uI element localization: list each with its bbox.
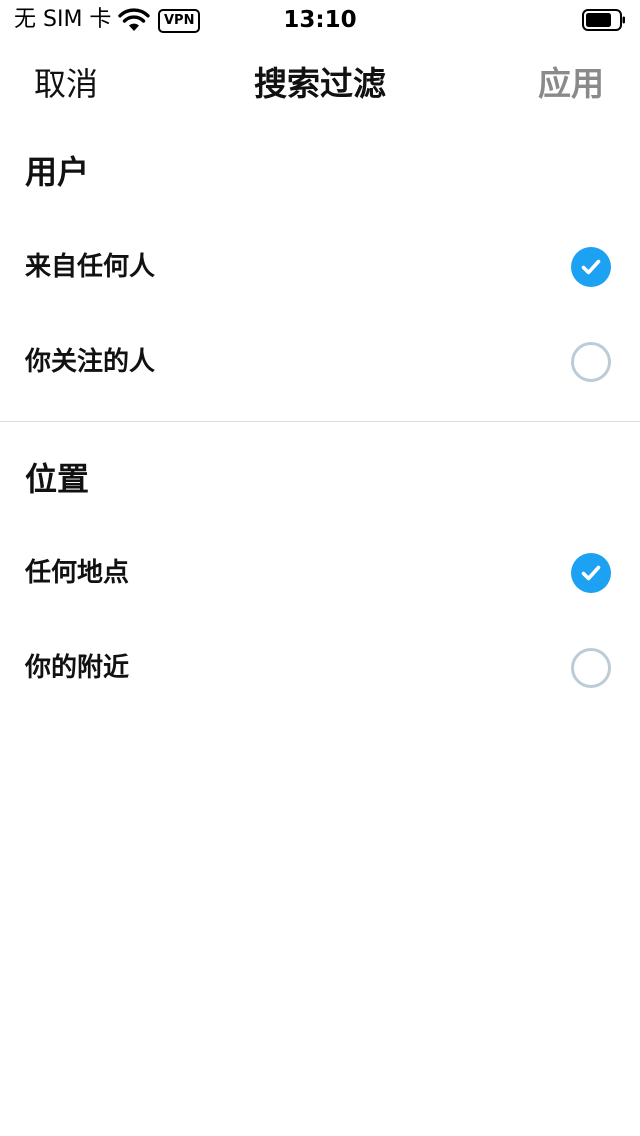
option-row-near-you[interactable]: 你的附近 [0, 621, 640, 715]
option-row-anywhere[interactable]: 任何地点 [0, 526, 640, 620]
status-time: 13:10 [283, 7, 357, 33]
status-bar: 无 SIM 卡 VPN 13:10 [0, 0, 640, 40]
empty-circle-icon[interactable] [571, 342, 611, 382]
section-divider [0, 421, 640, 422]
section-heading-location: 位置 [25, 460, 90, 498]
option-label: 任何地点 [25, 558, 130, 588]
option-label: 你的附近 [25, 653, 130, 683]
apply-button[interactable]: 应用 [538, 64, 604, 104]
option-row-anyone[interactable]: 来自任何人 [0, 220, 640, 314]
checkmark-circle-icon[interactable] [571, 247, 611, 287]
battery-icon [582, 9, 625, 31]
option-row-people-you-follow[interactable]: 你关注的人 [0, 315, 640, 409]
checkmark-circle-icon[interactable] [571, 553, 611, 593]
section-heading-users: 用户 [25, 153, 90, 191]
empty-circle-icon[interactable] [571, 648, 611, 688]
nav-bar: 取消 搜索过滤 应用 [0, 54, 640, 114]
option-label: 你关注的人 [25, 347, 156, 377]
option-label: 来自任何人 [25, 252, 156, 282]
